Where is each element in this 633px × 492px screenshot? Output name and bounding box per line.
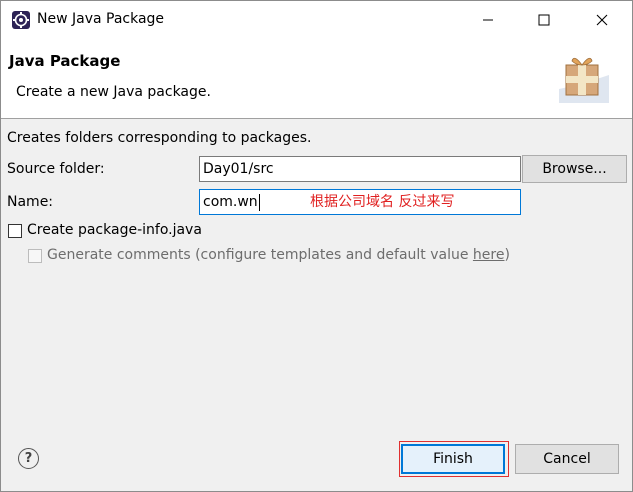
form-area: Creates folders corresponding to package… xyxy=(1,120,632,420)
finish-button[interactable]: Finish xyxy=(401,444,505,474)
name-label: Name: xyxy=(7,194,54,210)
window-title: New Java Package xyxy=(37,11,165,27)
source-folder-value: Day01/src xyxy=(203,161,274,177)
text-caret xyxy=(258,193,260,211)
help-icon[interactable]: ? xyxy=(18,448,39,469)
generate-comments-suffix: ) xyxy=(504,247,510,263)
annotation-note: 根据公司域名 反过来写 xyxy=(310,194,455,210)
configure-templates-link[interactable]: here xyxy=(473,247,505,263)
create-package-info-checkbox[interactable] xyxy=(8,224,22,238)
new-java-package-dialog: New Java Package Java Package Create a n… xyxy=(0,0,633,492)
maximize-icon xyxy=(538,14,550,26)
cancel-button[interactable]: Cancel xyxy=(515,444,619,474)
source-folder-input[interactable]: Day01/src xyxy=(199,156,521,182)
browse-button[interactable]: Browse... xyxy=(522,155,627,183)
wizard-title: Java Package xyxy=(9,52,121,70)
wizard-header: Java Package Create a new Java package. xyxy=(1,39,632,119)
maximize-button[interactable] xyxy=(521,1,567,39)
generate-comments-label: Generate comments (configure templates a… xyxy=(47,247,473,263)
minimize-button[interactable] xyxy=(465,1,511,39)
source-folder-label: Source folder: xyxy=(7,161,105,177)
package-wizard-icon xyxy=(559,57,609,103)
create-package-info-label[interactable]: Create package-info.java xyxy=(27,222,202,238)
eclipse-app-icon xyxy=(12,11,30,29)
close-button[interactable] xyxy=(579,1,625,39)
title-bar: New Java Package xyxy=(1,1,632,39)
minimize-icon xyxy=(483,19,493,21)
wizard-description: Create a new Java package. xyxy=(16,84,211,100)
generate-comments-text: Generate comments (configure templates a… xyxy=(47,247,510,263)
close-icon xyxy=(596,14,608,26)
generate-comments-checkbox xyxy=(28,249,42,263)
info-message: Creates folders corresponding to package… xyxy=(7,130,312,146)
name-value: com.wn xyxy=(203,194,258,210)
